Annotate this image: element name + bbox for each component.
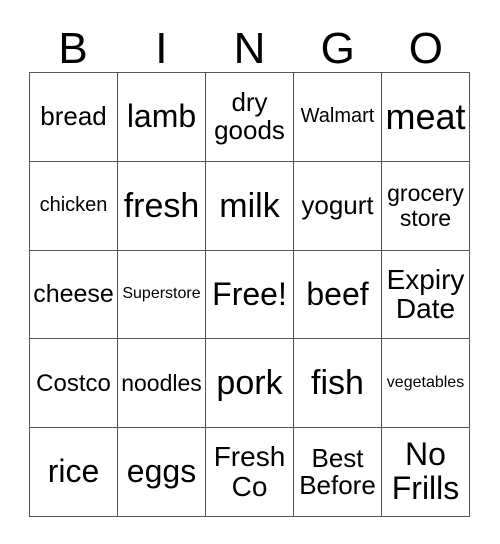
bingo-cell-label: rice bbox=[47, 453, 100, 490]
header-letter-i: I bbox=[155, 24, 168, 73]
bingo-grid: bread lamb dry goods Walmart meat chicke… bbox=[29, 72, 470, 517]
bingo-cell-label: fish bbox=[311, 364, 364, 403]
bingo-cell-i3[interactable]: Superstore bbox=[118, 250, 206, 340]
bingo-cell-g2[interactable]: yogurt bbox=[294, 161, 382, 251]
header-letter-b: B bbox=[58, 24, 88, 73]
bingo-cell-label: chicken bbox=[39, 194, 108, 217]
bingo-card: B I N G O bread lamb dry goods Walmart m… bbox=[0, 0, 500, 544]
bingo-cell-label: meat bbox=[385, 95, 466, 137]
bingo-cell-label: beef bbox=[306, 275, 369, 312]
bingo-cell-o1[interactable]: meat bbox=[382, 73, 470, 162]
bingo-cell-b5[interactable]: rice bbox=[30, 428, 118, 517]
bingo-header-row: B I N G O bbox=[29, 14, 470, 72]
bingo-cell-g5[interactable]: Best Before bbox=[294, 428, 382, 517]
bingo-cell-label: yogurt bbox=[301, 189, 374, 220]
header-letter-n: N bbox=[233, 24, 266, 73]
bingo-cell-i4[interactable]: noodles bbox=[118, 339, 206, 429]
bingo-cell-n5[interactable]: Fresh Co bbox=[206, 428, 294, 517]
bingo-cell-free-space[interactable]: Free! bbox=[206, 250, 294, 340]
bingo-cell-label: milk bbox=[219, 186, 280, 225]
bingo-cell-i5[interactable]: eggs bbox=[118, 428, 206, 517]
bingo-cell-label: pork bbox=[216, 364, 283, 403]
bingo-cell-label: cheese bbox=[33, 280, 114, 309]
bingo-cell-label: grocery store bbox=[387, 180, 464, 231]
bingo-cell-n4[interactable]: pork bbox=[206, 339, 294, 429]
bingo-cell-label: Expiry Date bbox=[386, 263, 465, 325]
bingo-cell-label: Costco bbox=[36, 369, 111, 397]
bingo-cell-label: Superstore bbox=[122, 285, 201, 303]
bingo-cell-g4[interactable]: fish bbox=[294, 339, 382, 429]
bingo-cell-b3[interactable]: cheese bbox=[30, 250, 118, 340]
bingo-cell-o2[interactable]: grocery store bbox=[382, 161, 470, 251]
bingo-cell-label: fresh bbox=[123, 186, 200, 225]
bingo-cell-n2[interactable]: milk bbox=[206, 161, 294, 251]
bingo-cell-label: noodles bbox=[121, 370, 202, 397]
bingo-cell-o4[interactable]: vegetables bbox=[382, 339, 470, 429]
bingo-cell-label: Fresh Co bbox=[213, 441, 286, 503]
bingo-cell-i2[interactable]: fresh bbox=[118, 161, 206, 251]
bingo-cell-label: Best Before bbox=[299, 442, 376, 501]
bingo-cell-n1[interactable]: dry goods bbox=[206, 73, 294, 162]
bingo-cell-b2[interactable]: chicken bbox=[30, 161, 118, 251]
bingo-cell-label: Free! bbox=[212, 275, 287, 312]
bingo-cell-o5[interactable]: No Frills bbox=[382, 428, 470, 517]
bingo-cell-o3[interactable]: Expiry Date bbox=[382, 250, 470, 340]
bingo-cell-b4[interactable]: Costco bbox=[30, 339, 118, 429]
bingo-cell-label: eggs bbox=[126, 453, 197, 490]
bingo-cell-label: No Frills bbox=[391, 436, 460, 507]
bingo-cell-label: bread bbox=[40, 101, 107, 132]
bingo-cell-g1[interactable]: Walmart bbox=[294, 73, 382, 162]
bingo-cell-b1[interactable]: bread bbox=[30, 73, 118, 162]
bingo-cell-i1[interactable]: lamb bbox=[118, 73, 206, 162]
header-letter-o: O bbox=[408, 24, 444, 73]
bingo-cell-label: dry goods bbox=[214, 87, 285, 145]
bingo-cell-label: Walmart bbox=[300, 105, 375, 128]
header-letter-g: G bbox=[320, 24, 355, 73]
bingo-cell-label: vegetables bbox=[386, 373, 465, 391]
bingo-cell-g3[interactable]: beef bbox=[294, 250, 382, 340]
bingo-cell-label: lamb bbox=[126, 97, 197, 134]
